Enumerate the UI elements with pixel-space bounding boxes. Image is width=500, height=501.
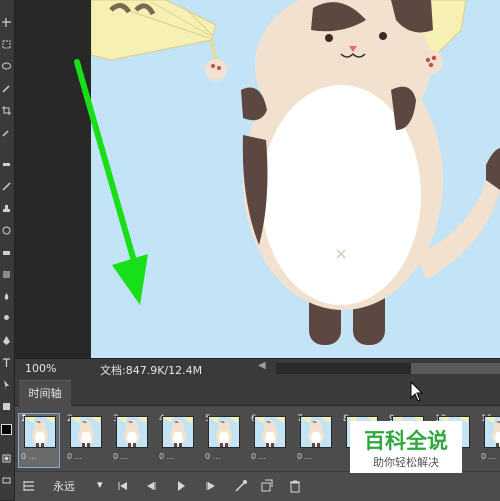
eyedropper-tool-icon[interactable]: [2, 128, 11, 137]
document-info[interactable]: 文档:847.9K/12.4M: [100, 362, 202, 378]
frame-delay[interactable]: 0 ...: [21, 452, 57, 461]
next-frame-icon[interactable]: [203, 478, 219, 494]
animation-frame[interactable]: 60 ...: [249, 414, 289, 467]
play-icon[interactable]: [173, 478, 189, 494]
timeline-tab-bar: 时间轴: [15, 377, 500, 406]
frame-thumbnail: [70, 416, 102, 448]
animation-frame[interactable]: 30 ...: [111, 414, 151, 467]
frame-thumbnail: [254, 416, 286, 448]
frame-thumbnail: [484, 416, 500, 448]
pen-tool-icon[interactable]: [2, 336, 11, 345]
horizontal-scrollbar[interactable]: [276, 363, 500, 374]
frame-thumbnail: [24, 416, 56, 448]
gradient-tool-icon[interactable]: [2, 270, 11, 279]
frame-delay[interactable]: 0 ...: [67, 452, 103, 461]
watermark-title: 百科全说: [364, 429, 448, 453]
tools-panel: [0, 0, 15, 500]
shape-tool-icon[interactable]: [2, 402, 11, 411]
type-tool-icon[interactable]: [2, 358, 11, 367]
marquee-tool-icon[interactable]: [2, 40, 11, 49]
frame-thumbnail: [116, 416, 148, 448]
status-bar: 100% 文档:847.9K/12.4M ◀: [15, 358, 500, 378]
animation-frame[interactable]: 20 ...: [65, 414, 105, 467]
foreground-color-swatch[interactable]: [1, 424, 12, 435]
animation-frame[interactable]: 110 ...: [479, 414, 500, 467]
move-tool-icon[interactable]: [2, 18, 11, 27]
duplicate-frame-icon[interactable]: [259, 478, 275, 494]
chevron-down-icon: ▾: [97, 478, 103, 491]
loop-options-select[interactable]: 永远 ▾: [53, 478, 105, 495]
frame-thumbnail: [300, 416, 332, 448]
healing-brush-tool-icon[interactable]: [2, 160, 11, 169]
frame-delay[interactable]: 0 ...: [481, 452, 500, 461]
watermark-subtitle: 助你轻松解决: [373, 456, 439, 469]
tween-icon[interactable]: [233, 478, 249, 494]
frame-delay[interactable]: 0 ...: [113, 452, 149, 461]
brush-tool-icon[interactable]: [2, 182, 11, 191]
convert-to-video-timeline-icon[interactable]: [21, 478, 37, 494]
frame-delay[interactable]: 0 ...: [251, 452, 287, 461]
loop-option-label: 永远: [53, 480, 75, 493]
eraser-tool-icon[interactable]: [2, 248, 11, 257]
animation-frame[interactable]: 70 ...: [295, 414, 335, 467]
screen-mode-icon[interactable]: [2, 476, 11, 485]
frame-delay[interactable]: 0 ...: [159, 452, 195, 461]
blur-tool-icon[interactable]: [2, 292, 11, 301]
status-menu-arrow-icon[interactable]: ◀: [258, 360, 270, 376]
frame-thumbnail: [208, 416, 240, 448]
scrollbar-thumb[interactable]: [411, 363, 500, 374]
animation-frame[interactable]: 10 ...: [18, 413, 60, 468]
watermark-logo: 百科全说 助你轻松解决: [350, 421, 462, 473]
zoom-level[interactable]: 100%: [25, 362, 56, 375]
delete-frame-icon[interactable]: [287, 478, 303, 494]
history-brush-tool-icon[interactable]: [2, 226, 11, 235]
path-select-tool-icon[interactable]: [2, 380, 11, 389]
annotation-arrow: [74, 59, 148, 305]
prev-frame-icon[interactable]: [143, 478, 159, 494]
first-frame-icon[interactable]: [115, 478, 131, 494]
lasso-tool-icon[interactable]: [2, 62, 11, 71]
quick-select-tool-icon[interactable]: [2, 84, 11, 93]
animation-frame[interactable]: 40 ...: [157, 414, 197, 467]
frame-delay[interactable]: 0 ...: [205, 452, 241, 461]
crop-tool-icon[interactable]: [2, 106, 11, 115]
dodge-tool-icon[interactable]: [2, 314, 11, 323]
timeline-controls: 永远 ▾: [15, 471, 500, 501]
frame-delay[interactable]: 0 ...: [297, 452, 333, 461]
animation-frame[interactable]: 50 ...: [203, 414, 243, 467]
frame-thumbnail: [162, 416, 194, 448]
tab-timeline[interactable]: 时间轴: [19, 380, 71, 406]
quick-mask-icon[interactable]: [2, 454, 11, 463]
clone-stamp-tool-icon[interactable]: [2, 204, 11, 213]
mouse-cursor-icon: [410, 381, 424, 402]
